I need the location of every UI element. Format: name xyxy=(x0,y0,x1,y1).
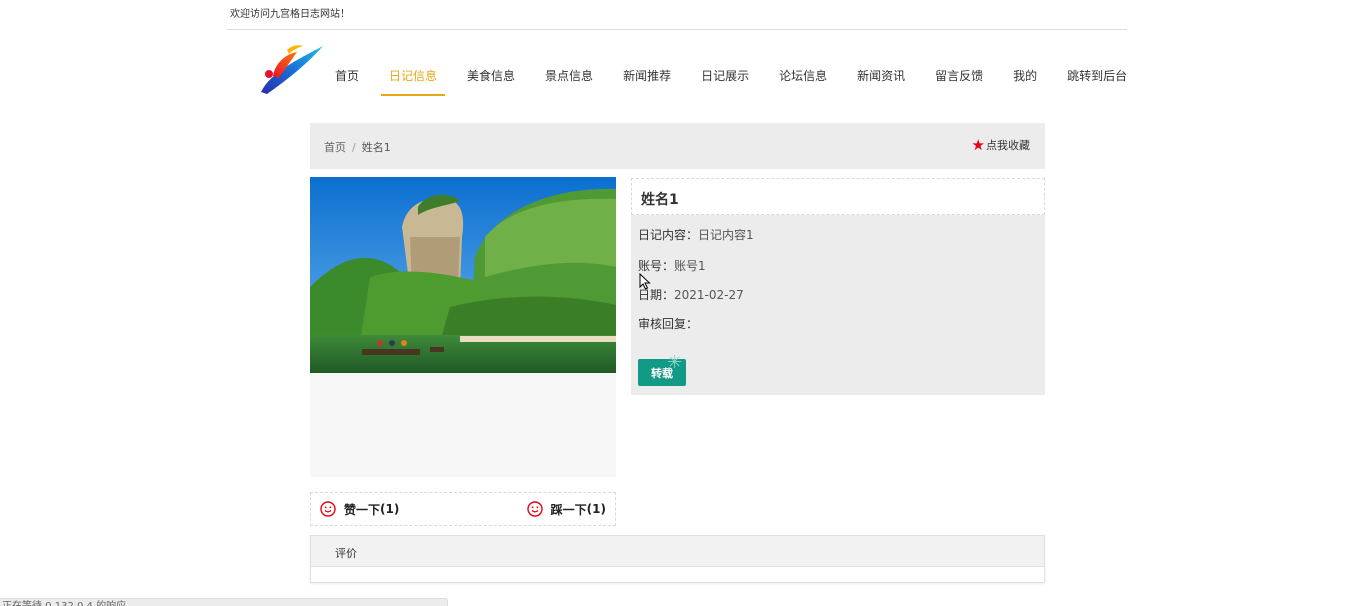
like-button[interactable]: 赞一下 (1) xyxy=(320,501,399,518)
favorite-button[interactable]: ★ 点我收藏 xyxy=(972,137,1030,153)
like-count: (1) xyxy=(380,502,400,516)
field-account: 账号：账号1 xyxy=(638,257,706,274)
field-value: 日记内容1 xyxy=(698,228,754,242)
nav-item-scenic-info[interactable]: 景点信息 xyxy=(545,63,593,94)
field-key: 日记内容： xyxy=(638,228,699,242)
header: 首页 日记信息 美食信息 景点信息 新闻推荐 日记展示 论坛信息 新闻资讯 留言… xyxy=(227,30,1127,120)
breadcrumb-current: 姓名1 xyxy=(361,141,391,154)
nav-item-news[interactable]: 新闻资讯 xyxy=(857,63,905,94)
comments-header: 评价 xyxy=(311,536,1044,567)
breadcrumb-home-link[interactable]: 首页 xyxy=(324,141,346,154)
nav-item-forum[interactable]: 论坛信息 xyxy=(779,63,827,94)
dislike-label: 踩一下 xyxy=(550,502,587,517)
breadcrumb-bar: 首页 / 姓名1 ★ 点我收藏 xyxy=(310,123,1045,169)
detail-title-box: 姓名1 xyxy=(631,178,1045,215)
star-icon: ★ xyxy=(971,136,985,154)
loading-spinner-icon: ✳ xyxy=(667,352,683,373)
diary-photo xyxy=(310,177,616,373)
nav-item-news-recommend[interactable]: 新闻推荐 xyxy=(623,63,671,94)
field-value: 账号1 xyxy=(674,259,706,273)
dislike-button[interactable]: 踩一下 (1) xyxy=(526,501,606,518)
field-key: 日期： xyxy=(638,288,675,302)
photo-panel xyxy=(310,177,616,477)
field-diary-content: 日记内容：日记内容1 xyxy=(638,226,754,243)
like-label: 赞一下 xyxy=(344,502,381,517)
mouse-cursor-icon xyxy=(639,273,651,290)
nav-item-diary-showcase[interactable]: 日记展示 xyxy=(701,63,749,94)
nav-item-food-info[interactable]: 美食信息 xyxy=(467,63,515,94)
smile-icon xyxy=(320,501,336,517)
favorite-label: 点我收藏 xyxy=(986,139,1030,152)
smile-icon xyxy=(526,501,543,517)
main-nav: 首页 日记信息 美食信息 景点信息 新闻推荐 日记展示 论坛信息 新闻资讯 留言… xyxy=(335,63,1127,96)
vote-bar: 赞一下 (1) 踩一下 (1) xyxy=(310,492,616,526)
field-key: 账号： xyxy=(638,259,675,273)
detail-info-box: 日记内容：日记内容1 账号：账号1 日期：2021-02-27 审核回复： 转载… xyxy=(631,215,1045,395)
field-review-reply: 审核回复： xyxy=(638,315,698,332)
site-logo[interactable] xyxy=(257,42,325,97)
nav-item-diary-info[interactable]: 日记信息 xyxy=(381,63,446,96)
breadcrumb: 首页 / 姓名1 xyxy=(324,139,391,155)
detail-title: 姓名1 xyxy=(641,192,679,208)
nav-item-mine[interactable]: 我的 xyxy=(1013,63,1037,94)
field-value: 2021-02-27 xyxy=(674,288,744,302)
nav-item-feedback[interactable]: 留言反馈 xyxy=(935,63,983,94)
top-bar: 欢迎访问九宫格日志网站！ xyxy=(227,0,1127,30)
nav-item-home[interactable]: 首页 xyxy=(335,63,359,94)
welcome-text: 欢迎访问九宫格日志网站！ xyxy=(230,9,350,20)
status-text: 正在等待 0.132.0.4 的响应... xyxy=(2,599,136,606)
field-key: 审核回复： xyxy=(638,317,699,331)
nav-item-admin[interactable]: 跳转到后台 xyxy=(1067,63,1127,94)
breadcrumb-separator: / xyxy=(352,141,356,154)
dislike-count: (1) xyxy=(586,502,606,516)
comments-panel: 评价 xyxy=(310,535,1045,583)
browser-status-bar: 正在等待 0.132.0.4 的响应... xyxy=(0,598,448,606)
field-date: 日期：2021-02-27 xyxy=(638,286,744,303)
